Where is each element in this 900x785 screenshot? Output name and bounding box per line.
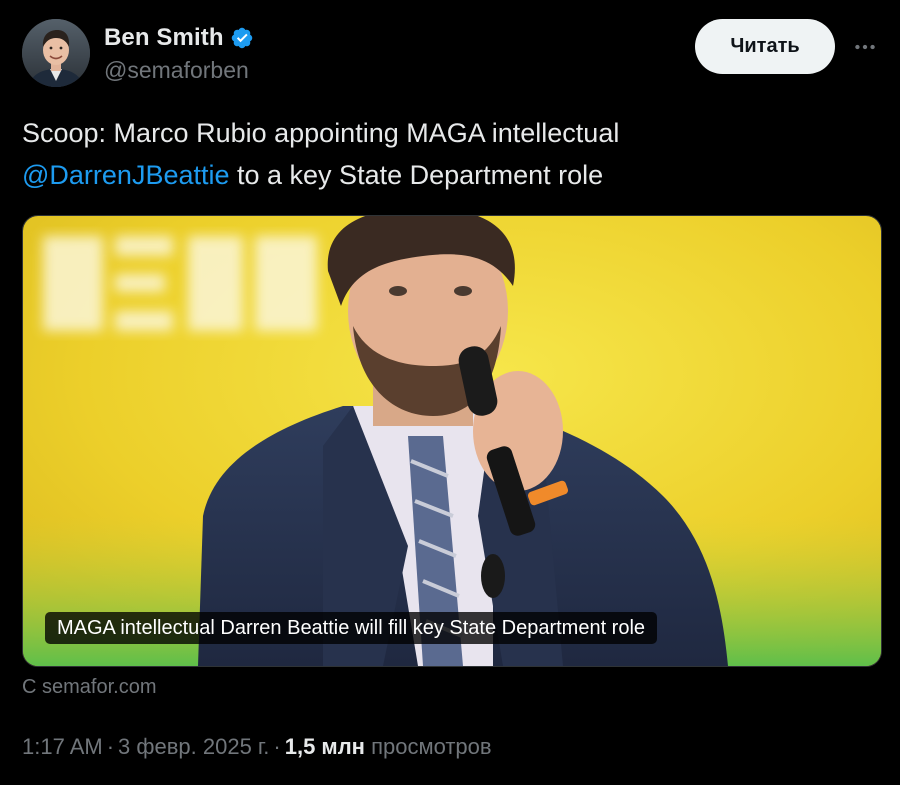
more-dots-glyph [855, 44, 875, 50]
mention-link[interactable]: @DarrenJBeattie [22, 160, 230, 190]
card-title: MAGA intellectual Darren Beattie will fi… [45, 612, 658, 644]
author-handle[interactable]: @semaforben [104, 57, 249, 84]
follow-button[interactable]: Читать [695, 19, 835, 74]
link-card[interactable]: MAGA intellectual Darren Beattie will fi… [22, 215, 882, 667]
avatar-image [22, 19, 90, 87]
author-avatar[interactable] [22, 19, 90, 87]
verified-badge-icon [231, 27, 252, 49]
card-source-link[interactable]: С semafor.com [22, 676, 156, 699]
meta-separator: · [273, 734, 281, 759]
tweet-text-part: to a key State Department role [229, 160, 604, 190]
views-label: просмотров [371, 734, 492, 759]
more-horizontal-icon[interactable] [848, 30, 882, 64]
author-name[interactable]: Ben Smith [104, 24, 224, 52]
tweet-date[interactable]: 3 февр. 2025 г. [118, 734, 269, 759]
card-image [23, 216, 881, 666]
tweet: Ben Smith @semaforben Читать Scoop: Marc… [0, 0, 900, 785]
meta-separator: · [106, 734, 115, 759]
author-name-row[interactable]: Ben Smith [104, 22, 254, 54]
tweet-text-part: Scoop: Marco Rubio appointing MAGA intel… [22, 118, 620, 148]
tweet-text: Scoop: Marco Rubio appointing MAGA intel… [22, 112, 872, 196]
views-count: 1,5 млн [284, 734, 365, 759]
tweet-time[interactable]: 1:17 AM [22, 734, 103, 759]
tweet-meta: 1:17 AM · 3 февр. 2025 г. · 1,5 млн просмотр… [22, 734, 492, 760]
